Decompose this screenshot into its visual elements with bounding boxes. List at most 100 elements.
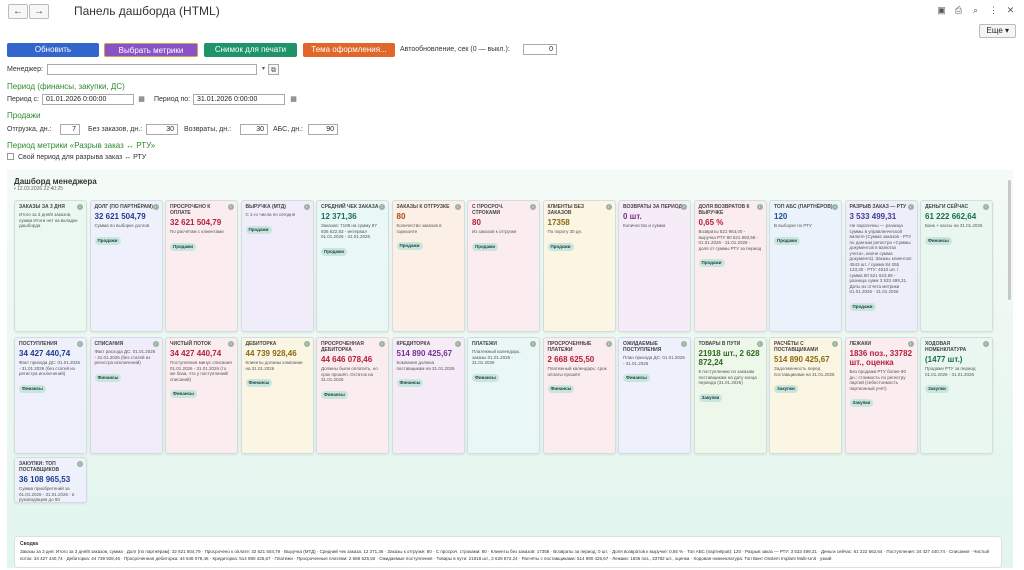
more-menu-button[interactable]: Еще ▾ (979, 24, 1016, 38)
select-metrics-button[interactable]: Выбрать метрики (104, 43, 198, 57)
metric-tag[interactable]: Продажи (396, 242, 423, 250)
info-icon[interactable]: i (77, 341, 83, 347)
metric-card[interactable]: i Ожидаемые поступления План прихода ДС: 0… (618, 337, 691, 454)
period-to-input[interactable]: 31.01.2026 0:00:00 (193, 94, 285, 105)
metric-tag[interactable]: Закупки (774, 385, 798, 393)
metric-tag[interactable]: Закупки (849, 399, 874, 407)
metric-card[interactable]: i С просроч. строками 80 Из заказов к отгру… (467, 200, 540, 332)
scrollbar[interactable] (1008, 180, 1011, 300)
info-icon[interactable]: i (983, 341, 989, 347)
info-icon[interactable]: i (454, 204, 461, 210)
info-icon[interactable]: i (77, 461, 83, 467)
info-icon[interactable]: i (152, 204, 159, 210)
metric-tag[interactable]: Финансы (472, 373, 499, 382)
info-icon[interactable]: i (303, 204, 310, 210)
metric-card[interactable]: i Закупки: топ поставщиков 36 108 965,53 Су… (14, 457, 87, 503)
info-icon[interactable]: i (379, 204, 385, 210)
metric-card[interactable]: i Лежаки 1836 поз., 33782 шт., оценка Без п… (844, 337, 918, 454)
metric-tag[interactable]: Продажи (849, 302, 876, 311)
close-icon[interactable]: ✕ (1005, 5, 1016, 16)
metric-card[interactable]: i Платежи Платежный календарь: заказы 01.0… (467, 337, 540, 454)
info-icon[interactable]: i (152, 341, 159, 347)
metric-card[interactable]: i Просроченные платежи 2 668 625,50 Платежн… (542, 337, 616, 454)
returns-input[interactable]: 30 (240, 124, 268, 135)
info-icon[interactable]: i (454, 341, 461, 347)
abc-input[interactable]: 90 (308, 124, 338, 135)
calendar-icon[interactable]: ▦ (288, 94, 299, 105)
metric-card[interactable]: i Просроченная дебиторка 44 646 078,46 Долж… (316, 337, 389, 454)
autorefresh-input[interactable]: 0 (523, 44, 557, 55)
gap-period-checkbox[interactable] (7, 153, 14, 160)
metric-tag[interactable]: Продажи (698, 259, 725, 267)
shipment-input[interactable]: 7 (60, 124, 80, 135)
info-icon[interactable]: i (303, 341, 310, 347)
metric-tag[interactable]: Финансы (19, 384, 46, 393)
info-icon[interactable]: i (907, 204, 914, 210)
metric-card[interactable]: i Списания Факт расхода ДС: 01.01.2026 - 3… (89, 337, 163, 454)
info-icon[interactable]: i (530, 341, 536, 347)
info-icon[interactable]: i (681, 341, 687, 347)
period-from-input[interactable]: 01.01.2026 0:00:00 (42, 94, 134, 105)
calendar-icon[interactable]: ▦ (136, 94, 147, 105)
link-icon[interactable]: ⌕ (970, 5, 981, 16)
metric-tag[interactable]: Продажи (472, 242, 498, 251)
metric-tag[interactable]: Закупки (698, 393, 723, 402)
metric-tag[interactable]: Финансы (623, 374, 650, 382)
metric-card[interactable]: i Разрыв заказ — РТУ 3 533 499,31 Не пароги… (844, 200, 918, 332)
metric-card[interactable]: i Расчёты с поставщиками 514 890 425,67 Зад… (769, 337, 842, 454)
metric-tag[interactable]: Финансы (94, 373, 122, 382)
info-icon[interactable]: i (983, 204, 989, 210)
info-icon[interactable]: i (228, 204, 234, 210)
metric-tag[interactable]: Финансы (321, 390, 348, 399)
info-icon[interactable]: i (605, 341, 612, 347)
info-icon[interactable]: i (832, 341, 838, 347)
refresh-button[interactable]: Обновить (7, 43, 99, 57)
info-icon[interactable]: i (228, 341, 234, 347)
metric-card[interactable]: i Ходовая номенклатура (1477 шт.) Продажи Р… (920, 337, 993, 454)
metric-card[interactable]: i Топ АБС (партнёров) 120 В выборке по РТУ П… (769, 200, 842, 332)
info-icon[interactable]: i (756, 204, 763, 210)
open-icon[interactable]: ⧉ (268, 64, 279, 75)
save-icon[interactable]: ▣ (936, 5, 947, 16)
manager-input[interactable] (47, 64, 257, 75)
metric-card[interactable]: i Клиенты без заказов 17358 По порогу 30 дн… (542, 200, 616, 332)
metric-card[interactable]: i Долг (по партнёрам) 32 621 504,79 Сумма п… (89, 200, 163, 332)
metric-card[interactable]: i Просрочено к оплате 32 621 504,79 По расч… (165, 200, 238, 332)
metric-card[interactable]: i Дебиторка 44 739 928,46 Клиенты должны ко… (240, 337, 314, 454)
metric-tag[interactable]: Финансы (396, 379, 424, 387)
metric-card[interactable]: i Заказы к отгрузке 80 Количество заказов в… (391, 200, 465, 332)
metric-tag[interactable]: Финансы (170, 390, 197, 398)
forward-button[interactable]: → (29, 4, 49, 19)
info-icon[interactable]: i (379, 341, 385, 347)
metric-tag[interactable]: Продажи (170, 242, 196, 251)
back-button[interactable]: ← (8, 4, 28, 19)
metric-card[interactable]: i Средний чек заказа 12 371,36 Заказов: 710… (316, 200, 389, 332)
metric-card[interactable]: i Выручка (МТД) С 1-го числа по сегодня Про… (240, 200, 314, 332)
info-icon[interactable]: i (756, 341, 763, 347)
metric-tag[interactable]: Продажи (245, 225, 272, 234)
info-icon[interactable]: i (605, 204, 612, 210)
info-icon[interactable]: i (77, 204, 83, 210)
info-icon[interactable]: i (530, 204, 536, 210)
metric-tag[interactable]: Продажи (547, 242, 574, 251)
metric-card[interactable]: i Товары в пути 21918 шт., 2 628 872,24 К п… (693, 337, 767, 454)
metric-tag[interactable]: Продажи (321, 247, 347, 256)
theme-button[interactable]: Тема оформления... (303, 43, 395, 57)
metric-tag[interactable]: Финансы (245, 379, 273, 387)
metric-card[interactable]: i Заказы за 3 дня Итого за 3 дня/8 заказов… (14, 200, 87, 332)
info-icon[interactable]: i (832, 204, 838, 210)
metric-card[interactable]: i Кредиторка 514 890 425,67 Компания должна… (391, 337, 465, 454)
metric-tag[interactable]: Продажи (94, 236, 121, 245)
metric-tag[interactable]: Продажи (774, 236, 800, 245)
metric-card[interactable]: i Чистый поток 34 427 440,74 Поступления ми… (165, 337, 238, 454)
metric-tag[interactable]: Финансы (925, 236, 952, 245)
info-icon[interactable]: i (907, 341, 914, 347)
menu-icon[interactable]: ⋮ (988, 5, 999, 16)
metric-card[interactable]: i Доля возвратов к выручке 0,65 % Возвраты … (693, 200, 767, 332)
print-icon[interactable]: ⎙ (953, 5, 964, 16)
metric-card[interactable]: i Поступления 34 427 440,74 Факт прихода ДС… (14, 337, 87, 454)
metric-tag[interactable]: Закупки (925, 385, 949, 393)
metric-card[interactable]: i Деньги сейчас 61 222 662,64 Банк + кассы … (920, 200, 993, 332)
metric-card[interactable]: i Возвраты за период 0 шт. Количество и сум… (618, 200, 691, 332)
metric-tag[interactable]: Финансы (547, 385, 575, 393)
